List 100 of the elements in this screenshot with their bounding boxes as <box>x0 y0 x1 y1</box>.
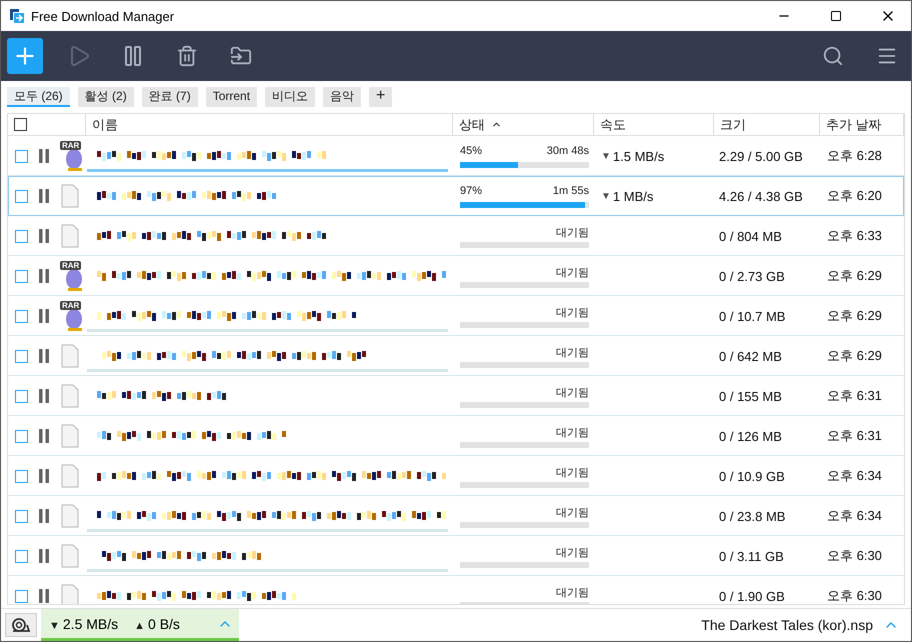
added-time-text: 오후 6:33 <box>827 227 882 245</box>
filter-tab[interactable]: 활성 (2) <box>78 87 134 107</box>
added-time-text: 오후 6:34 <box>827 467 882 485</box>
row-checkbox[interactable] <box>15 590 28 602</box>
size-text: 0 / 126 MB <box>719 428 782 444</box>
file-icon <box>60 544 80 568</box>
size-text: 4.26 / 4.38 GB <box>719 188 803 204</box>
download-row[interactable]: 대기됨 0 / 804 MB 오후 6:33 <box>8 216 904 256</box>
filter-tab[interactable]: 완료 (7) <box>142 87 198 107</box>
speed-text: 1 MB/s <box>612 188 654 204</box>
added-time-text: 오후 6:31 <box>827 387 882 405</box>
file-icon <box>60 504 80 528</box>
row-checkbox[interactable] <box>15 190 28 202</box>
current-download-text: The Darkest Tales (kor).nsp <box>701 617 873 633</box>
row-checkbox[interactable] <box>15 470 28 482</box>
size-text: 0 / 3.11 GB <box>719 548 784 564</box>
added-time-text: 오후 6:30 <box>827 547 882 565</box>
download-row[interactable]: 대기됨 0 / 642 MB 오후 6:29 <box>8 336 904 376</box>
download-row[interactable]: 97% 1m 55s ▼1 MB/s 4.26 / 4.38 GB 오후 6:20 <box>8 176 904 216</box>
size-text: 0 / 804 MB <box>719 228 782 244</box>
search-icon <box>822 45 844 67</box>
column-header[interactable]: 속도 <box>600 116 626 134</box>
column-header[interactable]: 이름 <box>92 116 118 134</box>
pause-icon[interactable] <box>38 309 50 323</box>
download-row[interactable]: 대기됨 0 / 10.9 GB 오후 6:34 <box>8 456 904 496</box>
pause-icon[interactable] <box>38 509 50 523</box>
filter-tab[interactable]: Torrent <box>206 87 258 107</box>
add-button[interactable] <box>7 38 43 74</box>
download-arrow: ▼ <box>601 190 611 202</box>
row-checkbox[interactable] <box>15 550 28 562</box>
select-all-checkbox[interactable] <box>14 118 27 131</box>
row-checkbox[interactable] <box>15 510 28 522</box>
row-checkbox[interactable] <box>15 310 28 322</box>
status-text: 대기됨 <box>556 546 589 558</box>
download-row[interactable]: RAR 대기됨 0 / 2.73 GB 오후 6:29 <box>8 256 904 296</box>
size-text: 2.29 / 5.00 GB <box>719 148 803 164</box>
size-text: 0 / 10.7 MB <box>719 308 786 324</box>
add-tab-button[interactable]: + <box>369 87 392 107</box>
window-title: Free Download Manager <box>31 8 176 24</box>
file-type-label: RAR <box>60 141 82 150</box>
row-checkbox[interactable] <box>15 390 28 402</box>
speed-text: 1.5 MB/s <box>612 148 664 164</box>
percent-text: 45% <box>460 144 482 158</box>
status-text: 대기됨 <box>556 266 589 278</box>
row-checkbox[interactable] <box>15 430 28 442</box>
file-icon <box>60 344 80 368</box>
size-text: 0 / 642 MB <box>719 348 782 364</box>
pause-icon[interactable] <box>38 149 50 163</box>
pause-icon[interactable] <box>38 189 50 203</box>
status-text: 대기됨 <box>556 226 589 238</box>
column-header[interactable]: 크기 <box>720 116 746 134</box>
size-text: 0 / 2.73 GB <box>719 268 785 284</box>
status-text: 대기됨 <box>556 426 589 438</box>
percent-text: 97% <box>460 184 482 198</box>
size-text: 0 / 155 MB <box>719 388 782 404</box>
column-header[interactable]: 추가 날짜 <box>826 116 882 134</box>
file-icon <box>60 464 80 488</box>
column-header[interactable]: 상태 <box>459 116 485 134</box>
status-text: 대기됨 <box>556 586 589 598</box>
pause-icon[interactable] <box>38 389 50 403</box>
download-row[interactable]: 대기됨 0 / 23.8 MB 오후 6:34 <box>8 496 904 536</box>
added-time-text: 오후 6:28 <box>827 147 882 165</box>
maximize-icon <box>830 10 842 22</box>
pause-icon[interactable] <box>38 549 50 563</box>
status-text: 대기됨 <box>556 346 589 358</box>
file-icon <box>60 424 80 448</box>
download-row[interactable]: RAR 45% 30m 48s ▼1.5 MB/s 2.29 / 5.00 GB 오후 6:28 <box>8 136 904 176</box>
pause-icon[interactable] <box>38 589 50 603</box>
size-text: 0 / 1.90 GB <box>719 588 785 604</box>
size-text: 0 / 23.8 MB <box>719 508 786 524</box>
download-row[interactable]: 대기됨 0 / 155 MB 오후 6:31 <box>8 376 904 416</box>
added-time-text: 오후 6:30 <box>827 587 882 604</box>
filter-tab[interactable]: 모두 (26) <box>7 87 70 107</box>
speed-panel[interactable]: ▼ 2.5 MB/s ▲ 0 B/s <box>41 609 239 641</box>
time-left-text: 30m 48s <box>546 144 589 158</box>
row-checkbox[interactable] <box>15 270 28 282</box>
size-text: 0 / 10.9 GB <box>719 468 785 484</box>
row-checkbox[interactable] <box>15 350 28 362</box>
row-checkbox[interactable] <box>15 150 28 162</box>
pause-icon[interactable] <box>38 429 50 443</box>
file-type-label: RAR <box>60 301 82 310</box>
app-logo-icon <box>9 8 25 24</box>
added-time-text: 오후 6:31 <box>827 427 882 445</box>
row-checkbox[interactable] <box>15 230 28 242</box>
download-row[interactable]: 대기됨 0 / 126 MB 오후 6:31 <box>8 416 904 456</box>
pause-icon[interactable] <box>38 469 50 483</box>
speed-mode-button[interactable] <box>5 613 37 637</box>
status-text: 대기됨 <box>556 306 589 318</box>
download-row[interactable]: 대기됨 0 / 3.11 GB 오후 6:30 <box>8 536 904 576</box>
download-row[interactable]: RAR 대기됨 0 / 10.7 MB 오후 6:29 <box>8 296 904 336</box>
added-time-text: 오후 6:29 <box>827 307 882 325</box>
filter-tab[interactable]: 음악 <box>323 87 362 107</box>
pause-icon[interactable] <box>38 349 50 363</box>
filter-tab[interactable]: 비디오 <box>265 87 316 107</box>
download-arrow: ▼ <box>601 150 611 162</box>
status-text: 대기됨 <box>556 506 589 518</box>
added-time-text: 오후 6:29 <box>827 347 882 365</box>
pause-icon[interactable] <box>38 269 50 283</box>
pause-icon[interactable] <box>38 229 50 243</box>
folder-arrow-icon <box>230 45 252 67</box>
